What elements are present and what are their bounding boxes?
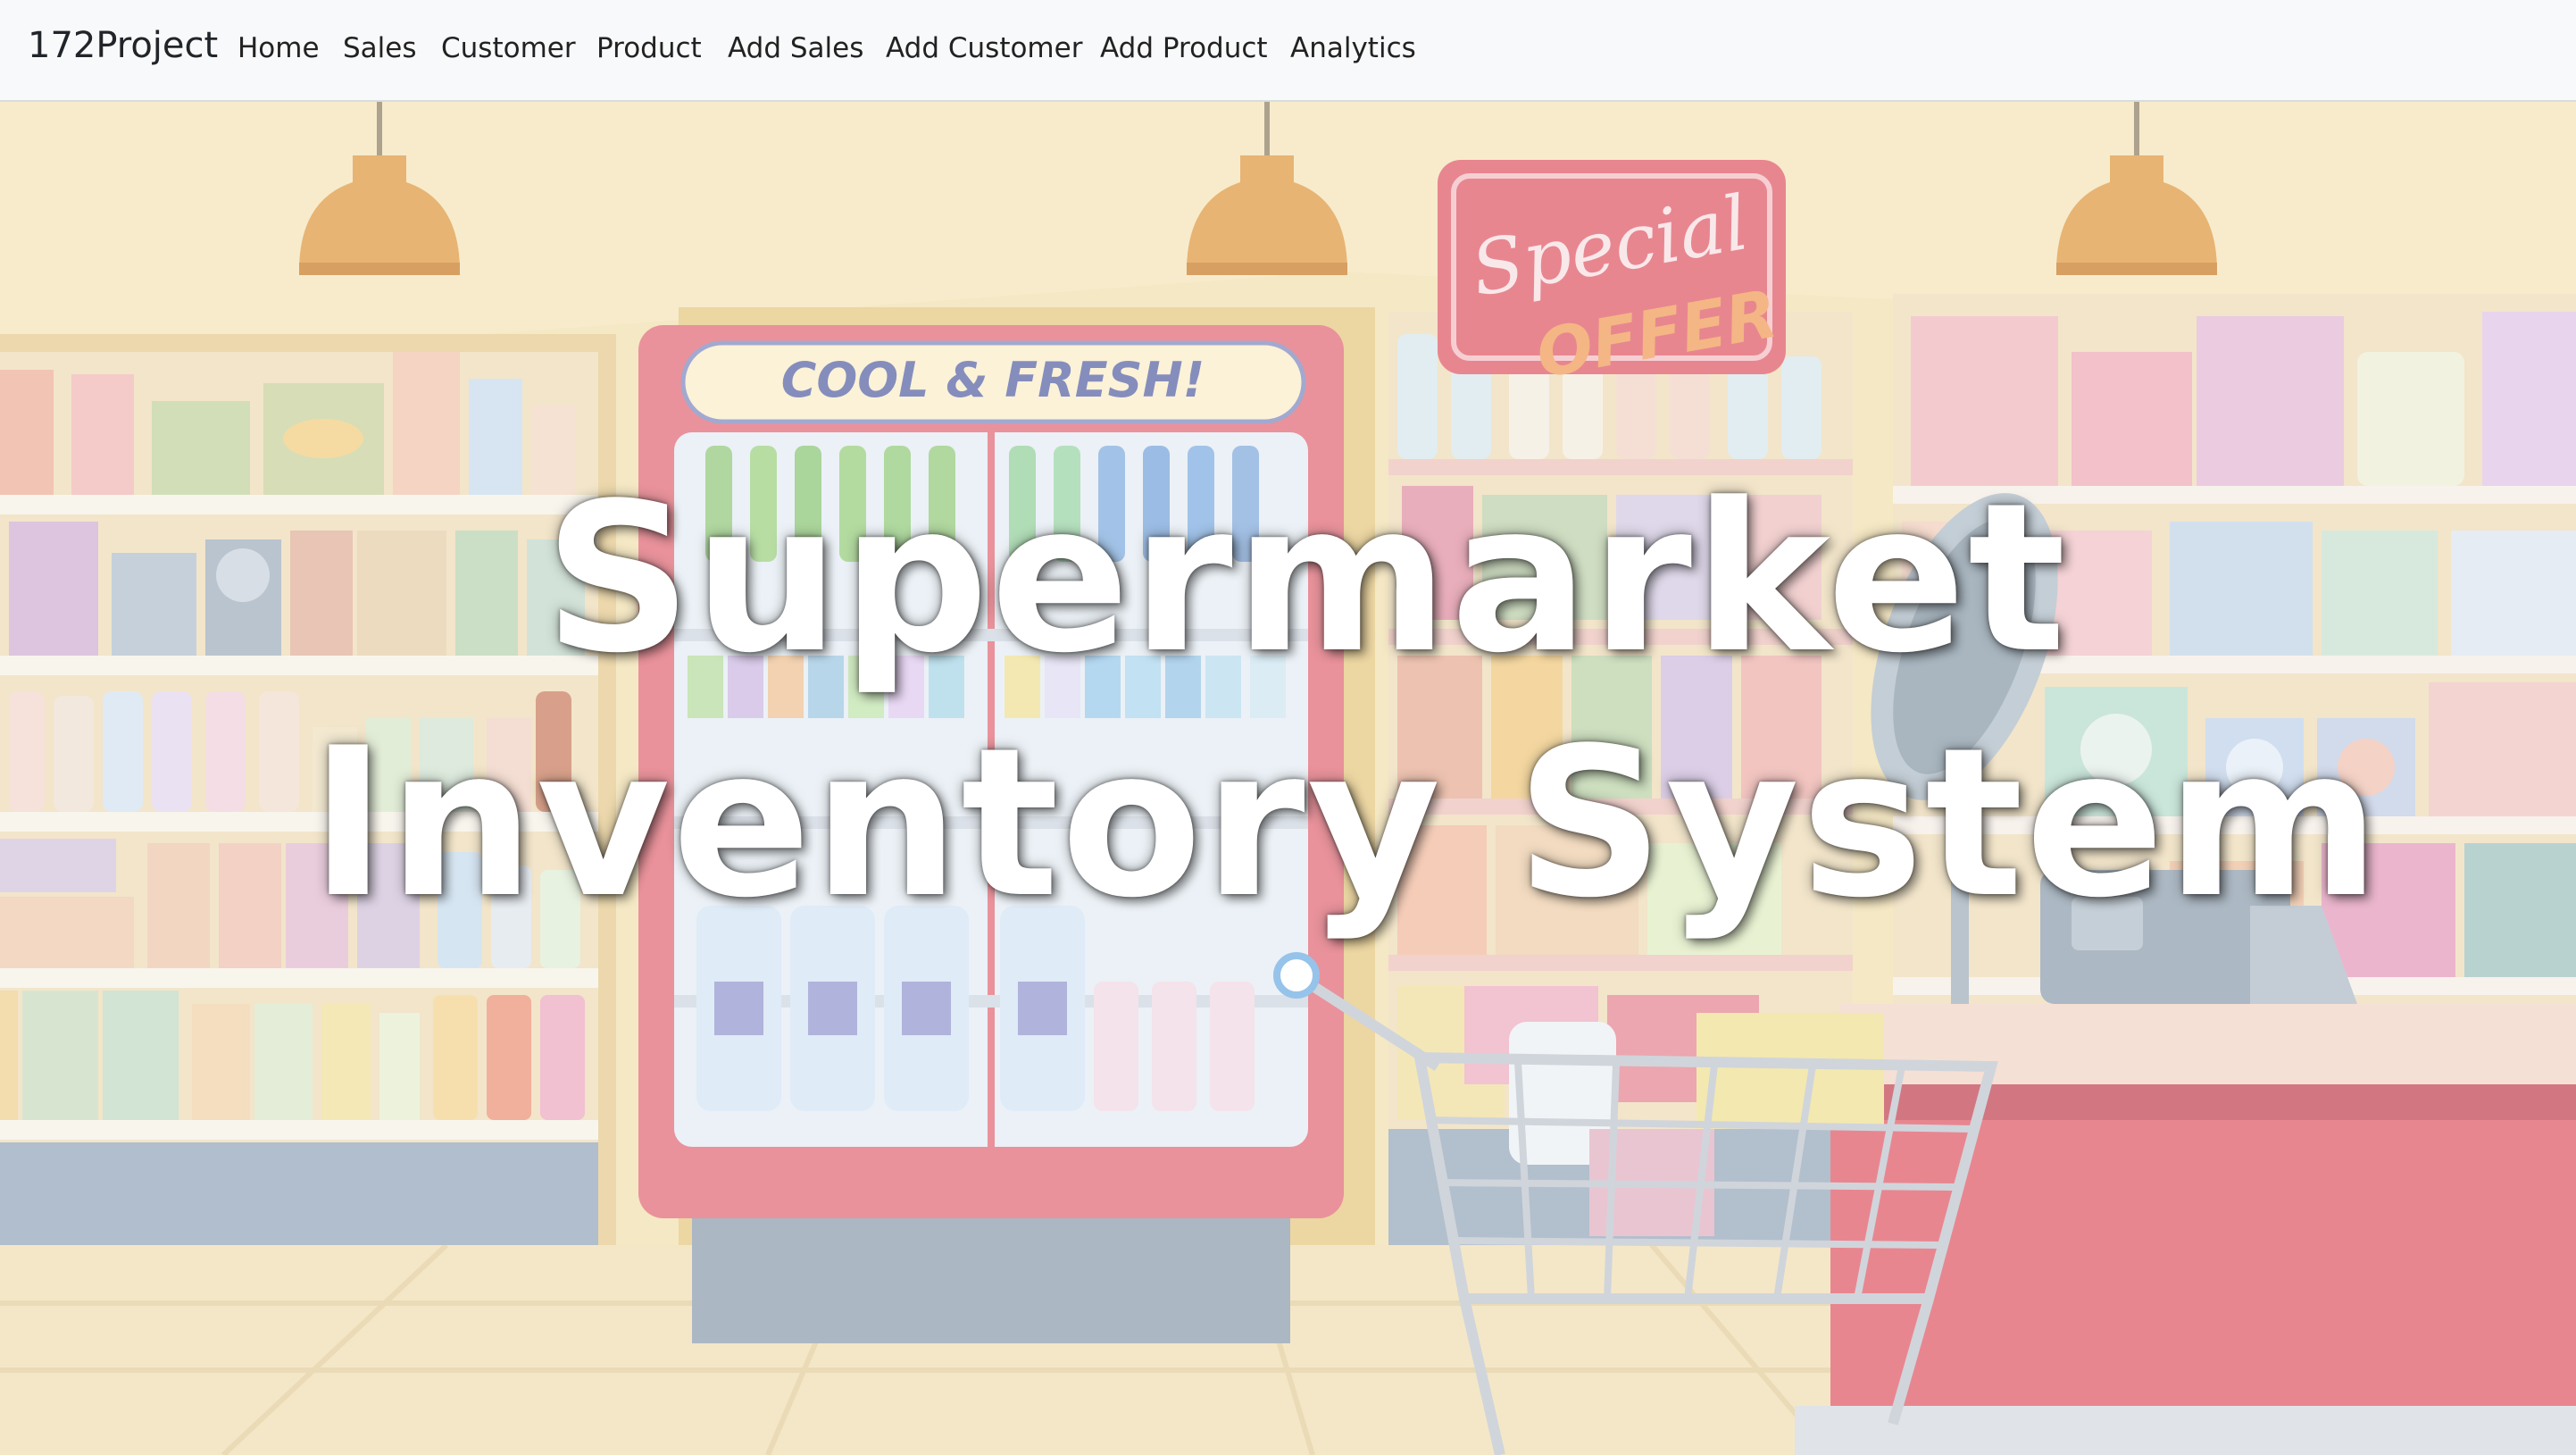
nav-link-analytics[interactable]: Analytics (1290, 32, 1416, 64)
nav-link-home[interactable]: Home (238, 32, 320, 64)
nav-link-add-product[interactable]: Add Product (1100, 32, 1268, 64)
hero-banner: COOL & FRESH! Special OFFER Supermarket … (0, 102, 2576, 1455)
hero-title-line2: Inventory System (310, 705, 2382, 943)
nav-link-product[interactable]: Product (596, 32, 702, 64)
top-navbar: 172Project Home Sales Customer Product A… (0, 0, 2576, 102)
nav-link-sales[interactable]: Sales (343, 32, 417, 64)
hero-title-line1: Supermarket (544, 460, 2068, 698)
nav-link-customer[interactable]: Customer (441, 32, 576, 64)
brand-link[interactable]: 172Project (28, 25, 218, 66)
nav-link-add-sales[interactable]: Add Sales (728, 32, 863, 64)
nav-link-add-customer[interactable]: Add Customer (886, 32, 1082, 64)
